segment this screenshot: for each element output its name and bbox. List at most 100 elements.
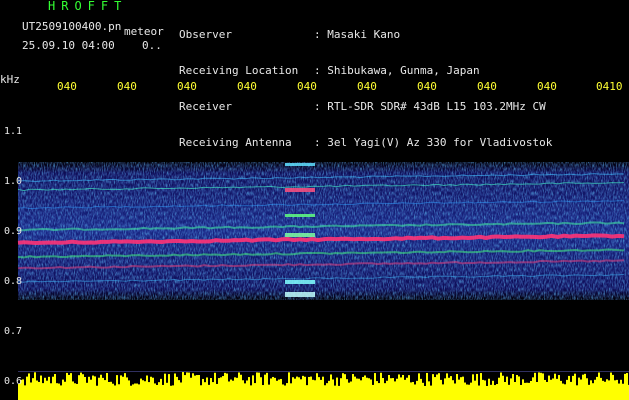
- noise-level-bar: [68, 374, 70, 400]
- noise-level-bar: [452, 380, 454, 400]
- noise-level-bar: [476, 373, 478, 400]
- noise-level-bar: [132, 384, 134, 400]
- noise-level-bar: [222, 376, 224, 400]
- noise-level-bar: [88, 376, 90, 400]
- noise-level-bar: [332, 379, 334, 400]
- noise-level-bar: [204, 382, 206, 400]
- noise-level-bar: [306, 385, 308, 400]
- noise-level-bar: [468, 384, 470, 400]
- noise-level-bar: [618, 383, 620, 400]
- noise-level-bar: [216, 383, 218, 400]
- noise-level-bar: [144, 381, 146, 400]
- noise-level-bar: [30, 382, 32, 400]
- noise-level-bar: [330, 374, 332, 400]
- time-tick: 040: [537, 80, 557, 93]
- noise-level-bar: [102, 377, 104, 400]
- meteor-echo: [285, 163, 315, 166]
- noise-level-bar: [584, 373, 586, 400]
- noise-level-bar: [92, 375, 94, 400]
- noise-level-bar: [248, 377, 250, 400]
- noise-level-bar: [342, 373, 344, 400]
- noise-level-bar: [228, 381, 230, 400]
- noise-level-bar: [90, 379, 92, 400]
- noise-level-bar: [202, 378, 204, 400]
- noise-level-bar: [288, 372, 290, 400]
- noise-level-bar: [80, 372, 82, 400]
- noise-level-bar: [40, 375, 42, 400]
- noise-level-bar: [54, 374, 56, 400]
- noise-level-bar: [268, 384, 270, 400]
- y-tick: 0.7: [4, 326, 23, 337]
- date-time: 25.09.10 04:00: [22, 39, 115, 52]
- noise-level-bar: [570, 381, 572, 400]
- noise-level-bar: [484, 380, 486, 400]
- noise-level-bar: [258, 372, 260, 400]
- noise-level-bar: [168, 374, 170, 400]
- noise-level-bar: [298, 377, 300, 400]
- noise-level-bar: [126, 377, 128, 400]
- noise-level-bar: [602, 380, 604, 400]
- noise-level-bar: [324, 385, 326, 400]
- location-value: : Shibukawa, Gunma, Japan: [314, 64, 480, 77]
- noise-level-bar: [568, 375, 570, 400]
- noise-level-bar: [356, 378, 358, 400]
- time-tick: 040: [357, 80, 377, 93]
- noise-level-bar: [506, 376, 508, 400]
- noise-level-bar: [482, 379, 484, 400]
- noise-level-bar: [338, 385, 340, 400]
- noise-level-bar: [504, 382, 506, 400]
- noise-level-bar: [182, 372, 184, 400]
- noise-level-bar: [310, 376, 312, 400]
- noise-level-bar: [488, 378, 490, 400]
- noise-level-bar: [472, 374, 474, 400]
- noise-level-bar: [60, 385, 62, 400]
- time-tick: 040: [237, 80, 257, 93]
- noise-level-bar: [422, 382, 424, 400]
- noise-level-bar: [598, 372, 600, 400]
- noise-level-bar: [28, 373, 30, 400]
- noise-level-bar: [534, 372, 536, 400]
- noise-level-bar: [42, 383, 44, 400]
- noise-level-bar: [302, 375, 304, 400]
- noise-level-bar: [84, 376, 86, 400]
- noise-level-bar: [226, 373, 228, 400]
- noise-level-bar: [142, 380, 144, 400]
- noise-level-bar: [542, 373, 544, 400]
- noise-level-bar: [548, 375, 550, 400]
- noise-level-bar: [318, 377, 320, 400]
- noise-level-bar: [520, 384, 522, 400]
- observer-row: Observer: Masaki Kano: [179, 29, 552, 41]
- noise-level-bar: [100, 374, 102, 400]
- noise-level-bar: [304, 376, 306, 400]
- noise-level-bar: [74, 383, 76, 400]
- noise-level-bar: [58, 383, 60, 400]
- noise-level-bar: [600, 377, 602, 400]
- noise-level-bar: [512, 374, 514, 400]
- noise-level-bar: [538, 372, 540, 400]
- noise-level-bar: [162, 384, 164, 400]
- noise-level-bar: [480, 373, 482, 400]
- noise-level-bar: [554, 373, 556, 400]
- noise-level-bar: [196, 375, 198, 400]
- noise-level-bar: [370, 379, 372, 400]
- noise-level-bar: [580, 379, 582, 400]
- noise-level-bar: [38, 381, 40, 400]
- noise-level-bar: [402, 374, 404, 400]
- noise-level-bar: [66, 372, 68, 400]
- noise-level-bar: [364, 375, 366, 400]
- noise-level-bar: [250, 385, 252, 400]
- noise-level-bar: [466, 384, 468, 400]
- noise-level-bar: [518, 376, 520, 400]
- noise-level-bar: [374, 373, 376, 400]
- noise-level-bar: [174, 373, 176, 400]
- noise-level-bar: [420, 378, 422, 400]
- noise-level-bar: [494, 385, 496, 400]
- noise-level-bar: [606, 379, 608, 400]
- noise-level-bar: [428, 381, 430, 400]
- noise-level-bar: [160, 378, 162, 400]
- noise-level-bar: [440, 379, 442, 400]
- noise-level-bar: [354, 376, 356, 400]
- meteor-echo: [285, 188, 315, 192]
- meteor-echo: [285, 280, 315, 284]
- noise-level-bar: [140, 378, 142, 400]
